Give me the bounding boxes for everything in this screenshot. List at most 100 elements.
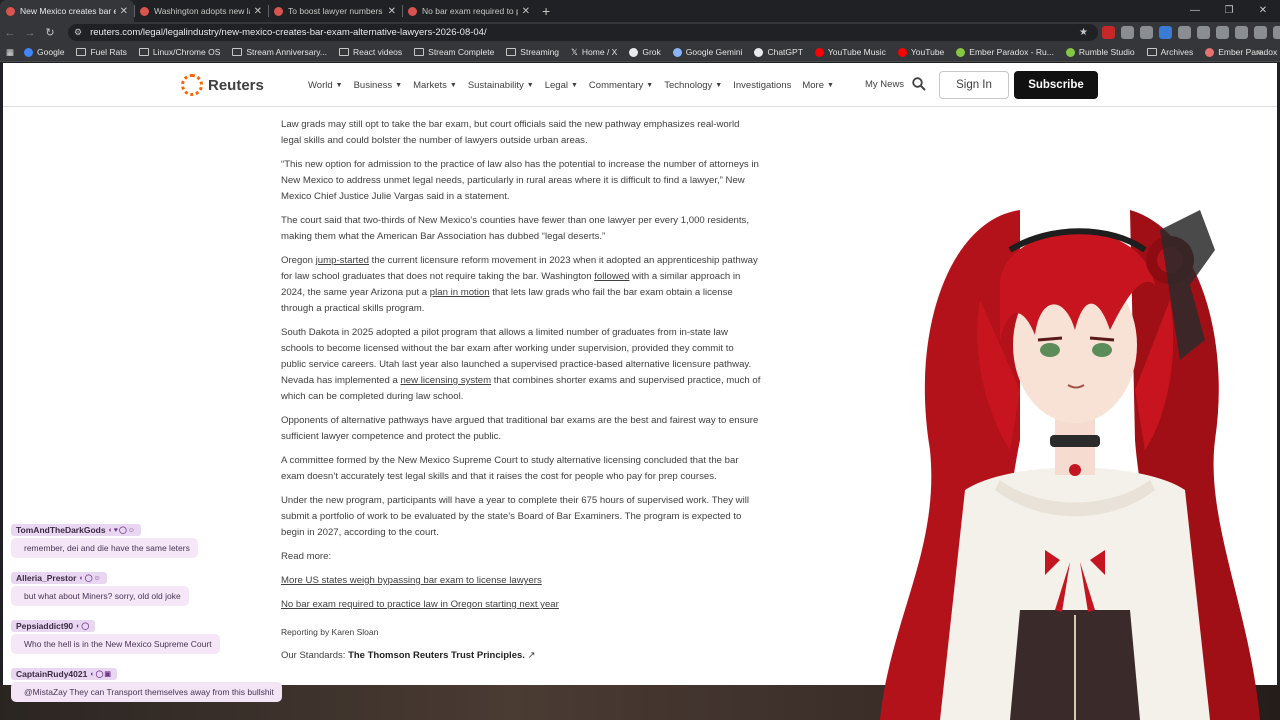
- folder-icon: [232, 48, 243, 56]
- bookmark-streaming[interactable]: Streaming: [506, 47, 559, 57]
- reuters-logo[interactable]: Reuters: [181, 74, 264, 96]
- site-info-icon[interactable]: ⚙: [74, 27, 82, 38]
- rumble-icon: [1065, 47, 1075, 57]
- bookmark-youtube-music[interactable]: YouTube Music: [814, 47, 886, 57]
- bookmark-chatgpt[interactable]: ChatGPT: [754, 47, 803, 57]
- address-bar-row: ← → ↻ ⚙ reuters.com/legal/legalindustry/…: [0, 22, 1280, 43]
- bookmark-archives[interactable]: Archives: [1146, 47, 1193, 57]
- folder-icon: [138, 48, 149, 56]
- menu-item-world[interactable]: World ▼: [308, 80, 343, 91]
- reuters-favicon-icon: [274, 6, 283, 16]
- restore-icon[interactable]: ❐: [1212, 0, 1246, 22]
- inline-link[interactable]: new licensing system: [400, 375, 491, 386]
- close-icon[interactable]: ✕: [522, 6, 530, 17]
- bookmark-stream-anniversary[interactable]: Stream Anniversary...: [232, 47, 327, 57]
- menu-item-more[interactable]: More ▼: [802, 80, 834, 91]
- menu-item-technology[interactable]: Technology ▼: [664, 80, 722, 91]
- chevron-right-icon[interactable]: »: [1256, 47, 1262, 58]
- apps-icon[interactable]: ▦: [6, 47, 14, 58]
- read-more-link[interactable]: No bar exam required to practice law in …: [281, 597, 761, 613]
- search-icon[interactable]: [912, 77, 926, 91]
- chat-username: Pepsiaddict90 ◐◯: [11, 620, 96, 632]
- folder-icon: [1146, 48, 1157, 56]
- read-more-link[interactable]: More US states weigh bypassing bar exam …: [281, 573, 761, 589]
- close-icon[interactable]: ✕: [388, 6, 396, 17]
- volume-icon[interactable]: [1178, 26, 1191, 39]
- menu-item-legal[interactable]: Legal ▼: [545, 80, 578, 91]
- profile-icon[interactable]: [1273, 26, 1280, 39]
- close-window-icon[interactable]: ✕: [1246, 0, 1280, 22]
- stream-chat-overlay: TomAndTheDarkGods ◐♥◯☺ remember, dei and …: [11, 520, 311, 712]
- extensions-puzzle-icon[interactable]: [1235, 26, 1248, 39]
- extension-icon[interactable]: [1121, 26, 1134, 39]
- minimize-icon[interactable]: —: [1178, 0, 1212, 22]
- menu-item-commentary[interactable]: Commentary ▼: [589, 80, 653, 91]
- inline-link[interactable]: plan in motion: [430, 287, 490, 298]
- bookmark-google-gemini[interactable]: Google Gemini: [672, 47, 742, 57]
- chat-text: Who the hell is in the New Mexico Suprem…: [11, 634, 220, 654]
- tab-new-mexico[interactable]: New Mexico creates bar exam ✕: [0, 0, 134, 22]
- side-panel-icon[interactable]: [1254, 26, 1267, 39]
- extension-icon[interactable]: [1140, 26, 1153, 39]
- tab-washington[interactable]: Washington adopts new lawye ✕: [134, 0, 268, 22]
- tab-no-bar-exam[interactable]: No bar exam required to practi ✕: [402, 0, 536, 22]
- folder-icon: [506, 48, 517, 56]
- reuters-logo-icon: [181, 74, 203, 96]
- new-tab-icon[interactable]: +: [542, 3, 550, 19]
- tab-boost-lawyers[interactable]: To boost lawyer numbers in 'le ✕: [268, 0, 402, 22]
- extension-icon[interactable]: [1102, 26, 1115, 39]
- bookmark-star-icon[interactable]: ★: [1079, 27, 1088, 38]
- sign-in-button[interactable]: Sign In: [939, 71, 1009, 99]
- tab-title: New Mexico creates bar exam: [20, 6, 116, 16]
- inline-link[interactable]: followed: [594, 271, 629, 282]
- bookmark-react-videos[interactable]: React videos: [339, 47, 402, 57]
- vtuber-avatar-image: [880, 210, 1260, 720]
- forward-icon[interactable]: →: [20, 27, 40, 39]
- omnibox[interactable]: ⚙ reuters.com/legal/legalindustry/new-me…: [68, 24, 1098, 41]
- trust-principles-link[interactable]: The Thomson Reuters Trust Principles.: [348, 650, 525, 661]
- bookmark-stream-complete[interactable]: Stream Complete: [414, 47, 494, 57]
- chevron-down-icon: ▼: [449, 81, 457, 89]
- tab-strip: New Mexico creates bar exam ✕ Washington…: [0, 0, 1280, 22]
- chevron-down-icon: ▼: [646, 81, 654, 89]
- menu-item-business[interactable]: Business ▼: [354, 80, 403, 91]
- close-icon[interactable]: ✕: [254, 6, 262, 17]
- menu-item-sustainability[interactable]: Sustainability ▼: [468, 80, 534, 91]
- article-body: Law grads may still opt to take the bar …: [281, 117, 761, 661]
- article-paragraph: Oregon jump-started the current licensur…: [281, 255, 758, 314]
- youtube-icon: [897, 47, 907, 57]
- bookmark-google[interactable]: Google: [24, 47, 64, 57]
- folder-icon: [414, 48, 425, 56]
- chevron-down-icon: ▼: [335, 81, 343, 89]
- folder-icon: [339, 48, 350, 56]
- menu-item-markets[interactable]: Markets ▼: [413, 80, 457, 91]
- logo-text: Reuters: [208, 76, 264, 94]
- reload-icon[interactable]: ↻: [40, 26, 60, 39]
- back-icon[interactable]: ←: [0, 27, 20, 39]
- menu-item-investigations[interactable]: Investigations: [733, 80, 791, 91]
- url-text: reuters.com/legal/legalindustry/new-mexi…: [90, 27, 487, 38]
- bookmark-youtube[interactable]: YouTube: [897, 47, 944, 57]
- rumble-icon: [956, 47, 966, 57]
- inline-link[interactable]: jump-started: [316, 255, 369, 266]
- my-news-link[interactable]: My News: [865, 79, 904, 90]
- chat-badges-icon: ◐♥◯☺: [108, 527, 136, 534]
- bookmark-grok[interactable]: Grok: [629, 47, 661, 57]
- bookmark-fuel-rats[interactable]: Fuel Rats: [76, 47, 127, 57]
- chat-text: but what about Miners? sorry, old old jo…: [11, 586, 189, 606]
- bookmark-ember-paradox[interactable]: Ember Paradox: [1205, 47, 1277, 57]
- youtube-music-icon: [814, 47, 824, 57]
- bookmark-ember-paradox-rumble[interactable]: Ember Paradox - Ru...: [956, 47, 1054, 57]
- chat-message: CaptainRudy4021 ◐◯▣ @MistaZay They can Tr…: [11, 664, 311, 702]
- byline: Reporting by Karen Sloan: [281, 627, 379, 637]
- bookmark-linux-chrome-os[interactable]: Linux/Chrome OS: [138, 47, 220, 57]
- close-icon[interactable]: ✕: [120, 6, 128, 17]
- extension-icon[interactable]: [1197, 26, 1210, 39]
- extension-icon[interactable]: [1216, 26, 1229, 39]
- standards-line: Our Standards: The Thomson Reuters Trust…: [281, 650, 536, 661]
- bookmark-home-x[interactable]: 𝕏 Home / X: [571, 47, 617, 58]
- extension-icon[interactable]: [1159, 26, 1172, 39]
- bookmark-rumble-studio[interactable]: Rumble Studio: [1065, 47, 1135, 57]
- chevron-down-icon: ▼: [715, 81, 723, 89]
- subscribe-button[interactable]: Subscribe: [1014, 71, 1098, 99]
